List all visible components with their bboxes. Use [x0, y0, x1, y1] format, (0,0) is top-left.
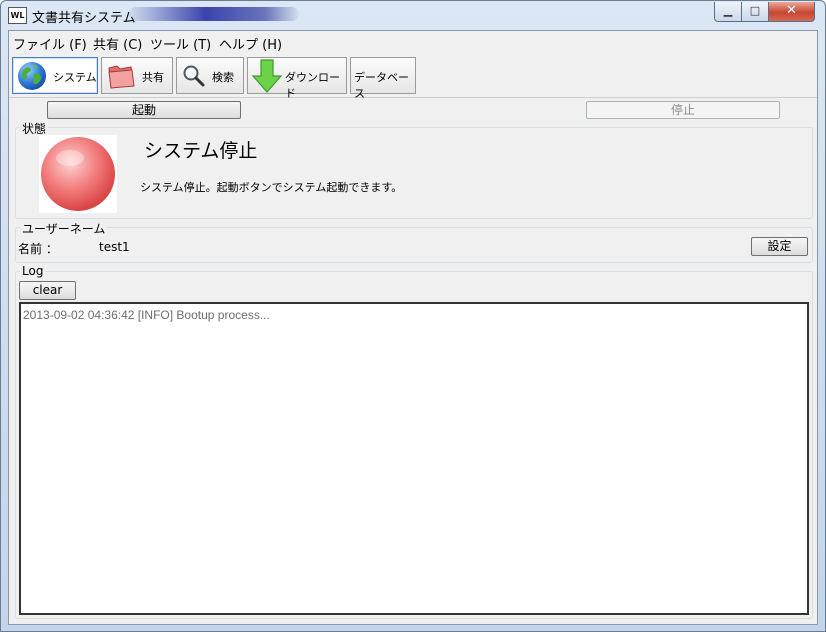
status-indicator-panel: [39, 135, 117, 213]
close-button[interactable]: ✕: [768, 2, 815, 22]
menu-bar: ファイル (F) 共有 (C) ツール (T) ヘルプ (H): [9, 31, 817, 53]
redacted-title-text: [129, 7, 299, 21]
user-group: [15, 227, 813, 263]
status-title: システム停止: [144, 140, 258, 162]
name-value: test1: [99, 240, 130, 254]
menu-file[interactable]: ファイル (F): [13, 34, 87, 53]
maximize-button[interactable]: □: [741, 2, 769, 22]
tab-download[interactable]: ダウンロード: [247, 57, 347, 100]
status-group: [15, 127, 813, 219]
download-arrow-icon: [251, 59, 283, 93]
tab-download-label: ダウンロード: [285, 71, 340, 100]
minimize-icon: ▁: [723, 4, 733, 17]
tab-system[interactable]: システム: [12, 57, 98, 94]
menu-share[interactable]: 共有 (C): [93, 34, 142, 53]
name-label: 名前 ：: [18, 242, 58, 256]
tab-database-label: データベース: [354, 71, 409, 100]
tab-search-label: 検索: [212, 71, 234, 84]
tab-search[interactable]: 検索: [176, 57, 244, 94]
start-button[interactable]: 起動: [47, 101, 241, 119]
window-title: 文書共有システム: [32, 11, 136, 26]
status-indicator-icon: [41, 137, 115, 211]
menu-tools[interactable]: ツール (T): [150, 34, 211, 53]
log-line: 2013-09-02 04:36:42 [INFO] Bootup proces…: [23, 308, 270, 322]
settings-button[interactable]: 設定: [751, 237, 808, 256]
minimize-button[interactable]: ▁: [714, 2, 742, 22]
stop-button[interactable]: 停止: [586, 101, 780, 119]
log-textarea[interactable]: 2013-09-02 04:36:42 [INFO] Bootup proces…: [19, 302, 809, 615]
tab-database[interactable]: データベース: [350, 57, 416, 100]
status-message: システム停止。起動ボタンでシステム起動できます。: [140, 181, 403, 194]
clear-button[interactable]: clear: [19, 281, 76, 300]
close-icon: ✕: [786, 3, 797, 18]
menu-help[interactable]: ヘルプ (H): [219, 34, 282, 53]
folder-icon: [108, 65, 135, 89]
tab-share-label: 共有: [142, 71, 164, 84]
title-bar[interactable]: WL 文書共有システム ▁ □ ✕: [1, 1, 825, 29]
tab-share[interactable]: 共有: [101, 57, 173, 94]
tab-system-label: システム: [53, 71, 97, 84]
user-group-label: ユーザーネーム: [20, 220, 108, 237]
log-group-label: Log: [20, 264, 46, 278]
app-window: WL 文書共有システム ▁ □ ✕ ファイル (F) 共有 (C) ツール (T…: [0, 0, 826, 632]
search-icon: [183, 65, 205, 87]
tab-bar: システム 共有 検索 ダウンロード データベース: [9, 53, 817, 100]
client-area: ファイル (F) 共有 (C) ツール (T) ヘルプ (H) システム 共有 …: [8, 30, 818, 625]
maximize-icon: □: [749, 4, 761, 17]
globe-icon: [18, 62, 46, 90]
app-logo-icon: WL: [8, 7, 27, 24]
